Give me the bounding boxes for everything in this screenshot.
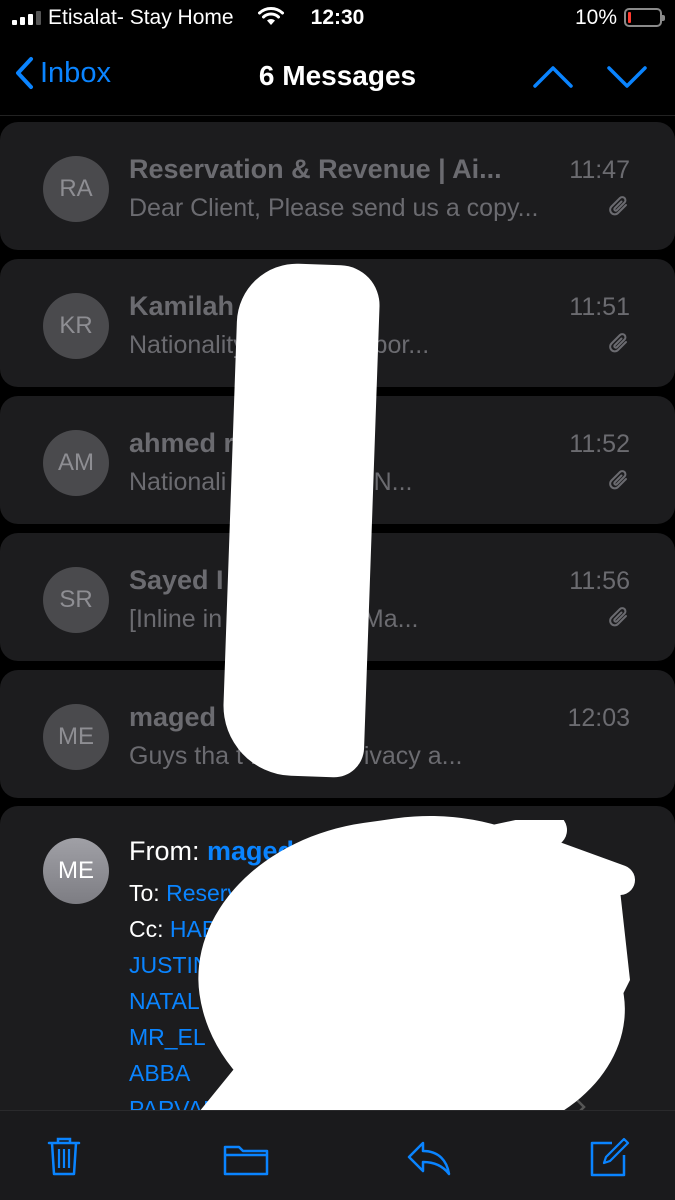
attachment-icon	[609, 607, 627, 627]
battery-level	[628, 12, 631, 23]
battery-icon	[624, 8, 665, 27]
message-time: 11:51	[569, 293, 630, 321]
attachment-icon	[609, 333, 627, 353]
previous-message-icon[interactable]	[532, 64, 574, 90]
battery-percentage: 10%	[574, 6, 617, 29]
folder-icon[interactable]	[222, 1141, 270, 1177]
message-time: 12:03	[567, 704, 630, 732]
bottom-toolbar	[0, 1110, 675, 1200]
message-time: 11:56	[569, 567, 630, 595]
message-time: 11:52	[569, 430, 630, 458]
trash-icon[interactable]	[46, 1135, 82, 1177]
avatar: AM	[43, 430, 109, 496]
avatar: KR	[43, 293, 109, 359]
compose-icon[interactable]	[588, 1137, 630, 1179]
message-row[interactable]: RA Reservation & Revenue | Ai... 11:47 D…	[0, 122, 675, 250]
status-bar: Etisalat- Stay Home 12:30 10%	[0, 0, 675, 40]
clock: 12:30	[310, 6, 365, 29]
avatar: ME	[43, 704, 109, 770]
attachment-icon	[609, 470, 627, 490]
next-message-icon[interactable]	[606, 64, 648, 90]
message-preview: Dear Client, Please send us a copy...	[129, 194, 539, 222]
redaction-mark	[221, 261, 381, 779]
avatar: SR	[43, 567, 109, 633]
message-time: 11:47	[569, 156, 630, 184]
navigation-bar: Inbox 6 Messages	[0, 40, 675, 116]
avatar: ME	[43, 838, 109, 904]
avatar: RA	[43, 156, 109, 222]
reply-icon[interactable]	[405, 1139, 453, 1177]
sender-name: Reservation & Revenue | Ai...	[129, 154, 502, 184]
attachment-icon	[609, 196, 627, 216]
